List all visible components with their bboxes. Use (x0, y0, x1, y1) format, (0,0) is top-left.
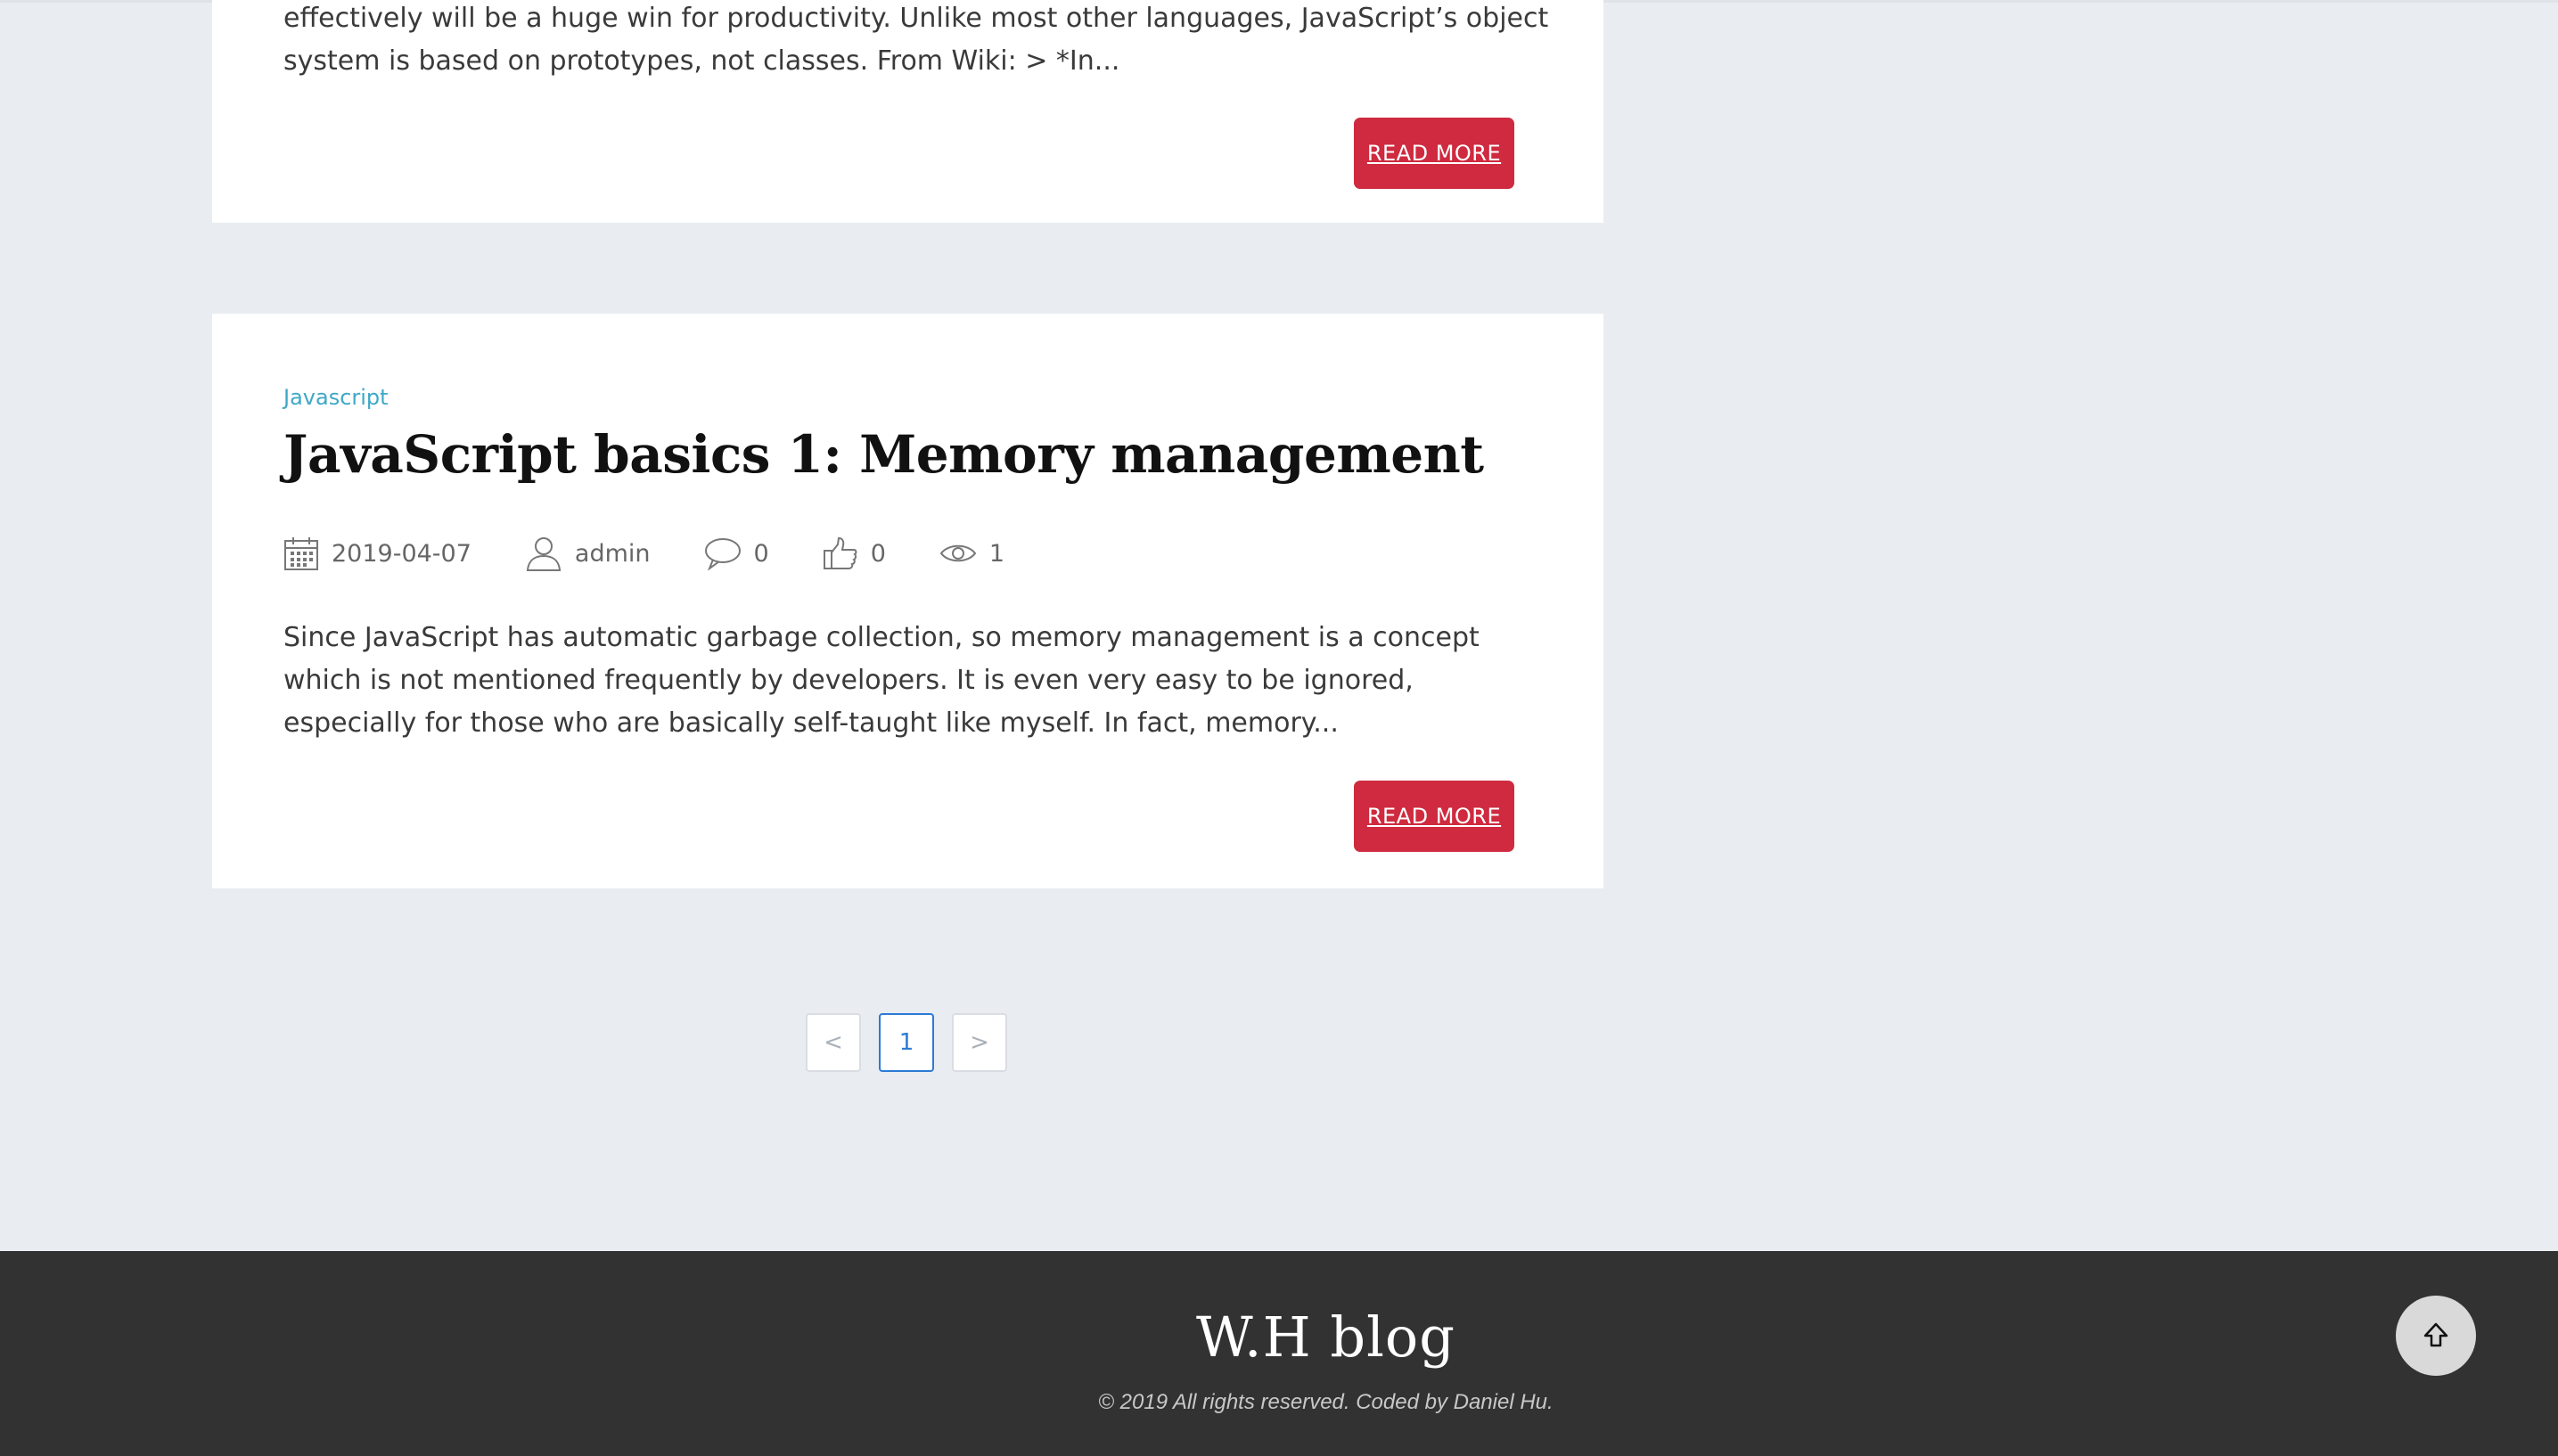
eye-icon (939, 544, 977, 562)
post-meta: 2019-04-07 admin 0 0 1 (283, 531, 1058, 576)
site-footer: W.H blog © 2019 All rights reserved. Cod… (0, 1251, 2558, 1456)
post-card: Javascript JavaScript basics 1: Memory m… (212, 314, 1603, 888)
arrow-up-icon (2423, 1322, 2448, 1347)
post-likes[interactable]: 0 (823, 536, 886, 571)
post-likes-count: 0 (870, 539, 886, 568)
post-author-text[interactable]: admin (575, 540, 651, 568)
pagination: < 1 > (806, 1013, 1025, 1072)
thumbs-up-icon (823, 536, 857, 569)
post-category-link[interactable]: Javascript (283, 385, 389, 410)
back-to-top-button[interactable] (2396, 1296, 2476, 1376)
post-comments-count: 0 (753, 539, 769, 568)
post-views-count: 1 (988, 539, 1005, 568)
footer-copyright: © 2019 All rights reserved. Coded by Dan… (1098, 1390, 1554, 1414)
comment-icon (704, 538, 741, 570)
read-more-button[interactable]: READ MORE (1354, 118, 1514, 189)
post-excerpt: Since JavaScript has automatic garbage c… (283, 622, 1480, 739)
page-number-button[interactable]: 1 (879, 1013, 934, 1072)
post-author: admin (525, 535, 651, 572)
post-views: 1 (939, 540, 1004, 568)
next-page-button[interactable]: > (952, 1013, 1007, 1072)
post-card: effectively will be a huge win for produ… (212, 0, 1603, 223)
post-title[interactable]: JavaScript basics 1: Memory management (283, 419, 1484, 490)
user-icon (526, 537, 562, 571)
post-date: 2019-04-07 (283, 536, 471, 571)
prev-page-button[interactable]: < (806, 1013, 861, 1072)
post-date-text: 2019-04-07 (332, 539, 471, 568)
footer-brand: W.H blog (1196, 1305, 1455, 1370)
read-more-button[interactable]: READ MORE (1354, 781, 1514, 852)
post-excerpt: effectively will be a huge win for produ… (283, 3, 1549, 77)
post-comments: 0 (704, 536, 769, 570)
calendar-icon (284, 537, 318, 570)
